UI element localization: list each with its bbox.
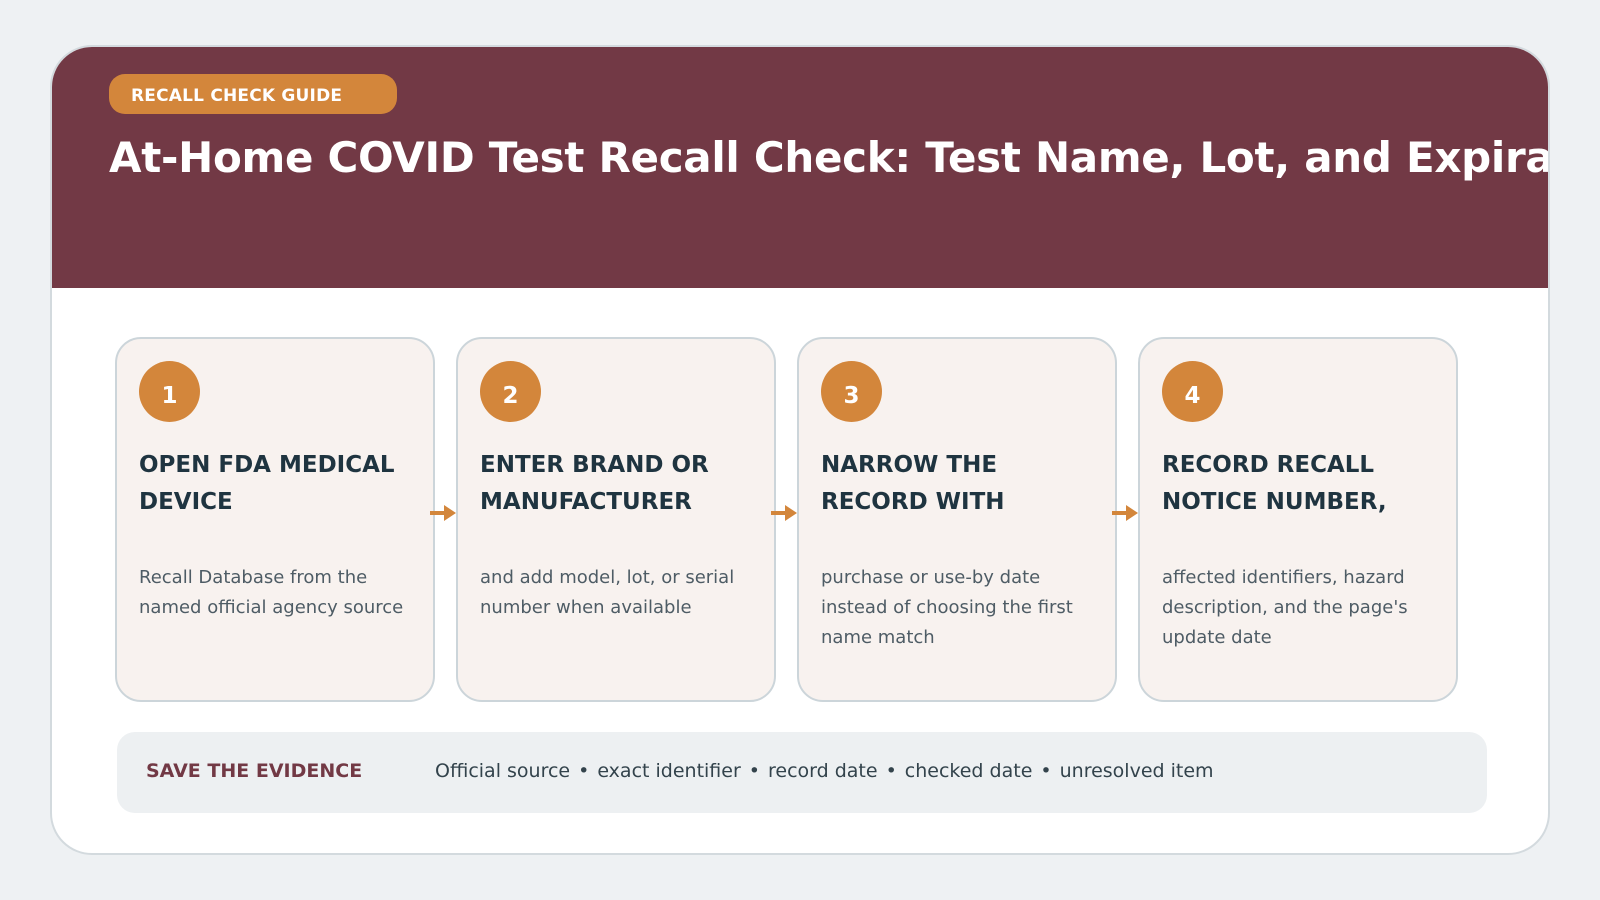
step-number-badge: 4: [1162, 361, 1223, 422]
arrow-right-icon: [430, 505, 456, 521]
step-card-4: 4 RECORD RECALL NOTICE NUMBER, affected …: [1138, 337, 1458, 702]
step-title: OPEN FDA MEDICAL DEVICE: [139, 452, 395, 515]
bullet-separator: •: [885, 760, 897, 782]
step-description: Recall Database from the named official …: [139, 567, 404, 618]
step-number-badge: 1: [139, 361, 200, 422]
evidence-items: Official source • exact identifier • record …: [435, 732, 1214, 811]
step-card-3: 3 NARROW THE RECORD WITH purchase or use…: [797, 337, 1117, 702]
evidence-item: record date: [768, 760, 878, 782]
bullet-separator: •: [578, 760, 590, 782]
evidence-item: Official source: [435, 760, 571, 782]
arrow-right-icon: [1112, 505, 1138, 521]
evidence-footer: SAVE THE EVIDENCE Official source • exact …: [117, 732, 1487, 813]
guide-card: RECALL CHECK GUIDE At-Home COVID Test Re…: [50, 45, 1550, 855]
step-number-badge: 2: [480, 361, 541, 422]
step-description: purchase or use-by date instead of choos…: [821, 567, 1073, 648]
bullet-separator: •: [1040, 760, 1052, 782]
guide-tag: RECALL CHECK GUIDE: [109, 74, 397, 114]
step-number-badge: 3: [821, 361, 882, 422]
evidence-item: checked date: [904, 760, 1033, 782]
step-description: affected identifiers, hazard description…: [1162, 567, 1408, 648]
step-card-2: 2 ENTER BRAND OR MANUFACTURER and add mo…: [456, 337, 776, 702]
evidence-item: unresolved item: [1059, 760, 1214, 782]
step-description: and add model, lot, or serial number whe…: [480, 567, 735, 618]
step-card-1: 1 OPEN FDA MEDICAL DEVICE Recall Databas…: [115, 337, 435, 702]
step-title: NARROW THE RECORD WITH: [821, 452, 1005, 515]
header-banner: RECALL CHECK GUIDE At-Home COVID Test Re…: [52, 47, 1548, 288]
bullet-separator: •: [748, 760, 760, 782]
evidence-item: exact identifier: [597, 760, 741, 782]
step-title: ENTER BRAND OR MANUFACTURER: [480, 452, 709, 515]
evidence-label: SAVE THE EVIDENCE: [146, 760, 363, 782]
arrow-right-icon: [771, 505, 797, 521]
step-title: RECORD RECALL NOTICE NUMBER,: [1162, 452, 1387, 515]
page-title: At-Home COVID Test Recall Check: Test Na…: [109, 133, 1550, 182]
